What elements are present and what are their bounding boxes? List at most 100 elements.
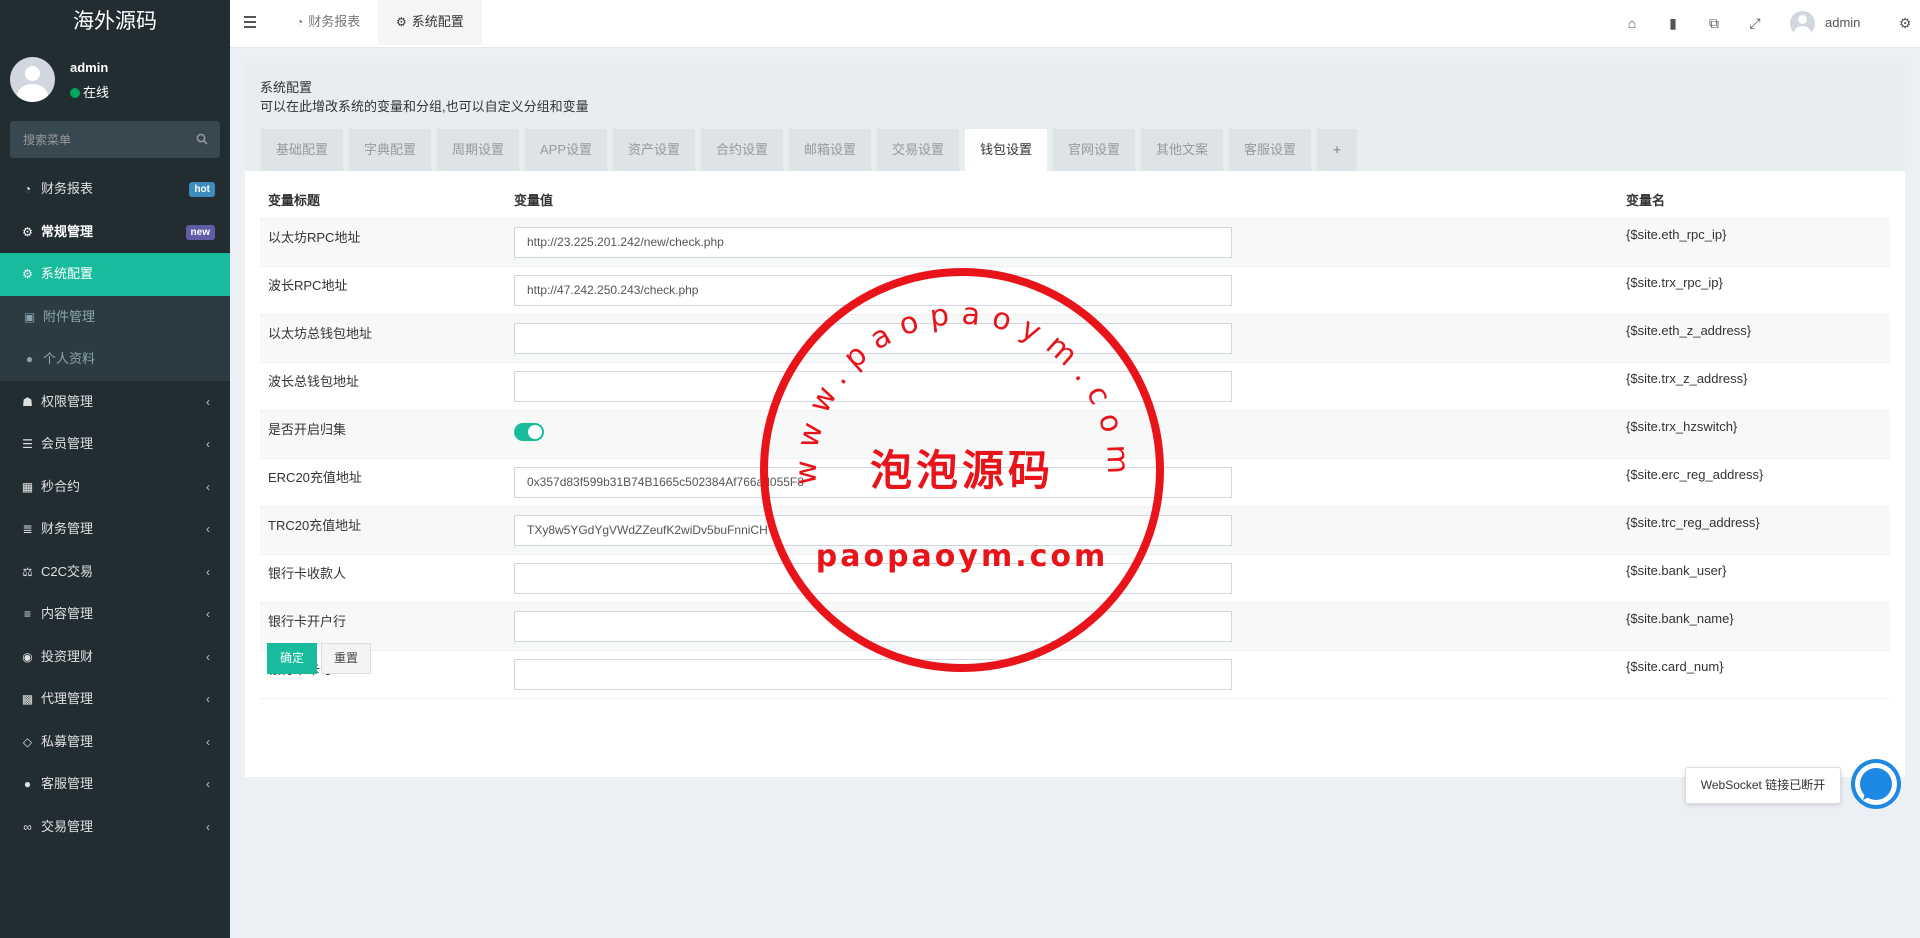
trc20-address-input[interactable]	[514, 514, 1232, 546]
table-row: 以太坊RPC地址 {$site.eth_rpc_ip}	[260, 217, 1890, 266]
compass-icon: ◉	[22, 649, 33, 664]
sidebar-item-profile[interactable]: ● 个人资料	[0, 338, 230, 381]
avatar	[10, 57, 55, 102]
config-table: 变量标题 变量值 变量名 以太坊RPC地址 {$site.eth_rpc_ip}…	[260, 182, 1890, 699]
table-row: TRC20充值地址 {$site.trc_reg_address}	[260, 505, 1890, 554]
sidebar-item-general[interactable]: ⚙ 常规管理 new	[0, 211, 230, 254]
sidebar-item-system-config[interactable]: ⚙ 系统配置	[0, 253, 230, 296]
tab-app[interactable]: APP设置	[525, 129, 608, 171]
row-var-name: {$site.trx_hzswitch}	[1618, 409, 1890, 458]
sidebar-item-permissions[interactable]: ☗ 权限管理 ‹	[0, 381, 230, 424]
eth-rpc-input[interactable]	[514, 226, 1232, 258]
bank-name-input[interactable]	[514, 610, 1232, 642]
sidebar-item-content[interactable]: ≡ 内容管理 ‹	[0, 593, 230, 636]
sidebar-item-label: 内容管理	[41, 606, 94, 621]
search-icon[interactable]	[196, 133, 208, 145]
chevron-left-icon: ‹	[206, 394, 210, 409]
row-var-name: {$site.eth_rpc_ip}	[1618, 217, 1890, 266]
card-number-input[interactable]	[514, 658, 1232, 690]
trash-icon[interactable]: ▮	[1663, 13, 1683, 33]
balance-scale-icon: ⚖	[22, 564, 33, 579]
erc20-address-input[interactable]	[514, 466, 1232, 498]
chevron-left-icon: ‹	[206, 607, 210, 621]
bank-user-input[interactable]	[514, 562, 1232, 594]
sidebar-item-agents[interactable]: ▩ 代理管理 ‹	[0, 678, 230, 721]
table-row: 银行卡开户行 {$site.bank_name}	[260, 601, 1890, 650]
tab-period[interactable]: 周期设置	[437, 129, 520, 171]
row-title: 波长总钱包地址	[260, 361, 506, 410]
comment-icon: ●	[23, 777, 32, 791]
sidebar-item-label: C2C交易	[41, 563, 94, 579]
value-cell	[506, 409, 1618, 458]
sidebar-item-investment[interactable]: ◉ 投资理财 ‹	[0, 636, 230, 679]
tab-website[interactable]: 官网设置	[1053, 129, 1136, 171]
value-cell	[506, 361, 1618, 410]
app-logo[interactable]: 海外源码	[0, 0, 230, 44]
home-icon[interactable]: ⌂	[1622, 13, 1642, 33]
cogs-icon: ⚙	[22, 224, 33, 239]
tab-system-config[interactable]: ⚙ 系统配置	[378, 0, 482, 45]
tab-other-copy[interactable]: 其他文案	[1141, 129, 1224, 171]
row-var-name: {$site.bank_user}	[1618, 553, 1890, 602]
group-icon: ☗	[22, 394, 33, 409]
row-title: TRC20充值地址	[260, 505, 506, 554]
sidebar-item-label: 个人资料	[43, 351, 96, 366]
chevron-left-icon: ‹	[206, 692, 210, 706]
add-tab-button[interactable]: +	[1317, 129, 1357, 171]
tab-wallet[interactable]: 钱包设置	[965, 129, 1048, 171]
chevron-left-icon: ‹	[206, 479, 210, 494]
menu-toggle-icon[interactable]	[244, 13, 258, 33]
sidebar-item-label: 私募管理	[41, 733, 94, 749]
chat-bubble-button[interactable]	[1851, 759, 1901, 809]
translate-icon[interactable]: ⧉	[1704, 13, 1724, 33]
column-header-title: 变量标题	[268, 193, 321, 209]
trx-wallet-input[interactable]	[514, 370, 1232, 402]
list-icon: ☰	[22, 437, 33, 451]
tab-basic[interactable]: 基础配置	[261, 129, 344, 171]
chevron-left-icon: ‹	[206, 777, 210, 791]
row-title: 以太坊总钱包地址	[260, 313, 506, 362]
chevron-left-icon: ‹	[206, 734, 210, 749]
sidebar-item-attachments[interactable]: ▣ 附件管理	[0, 295, 230, 338]
sidebar-item-c2c[interactable]: ⚖ C2C交易 ‹	[0, 551, 230, 594]
collect-switch[interactable]	[514, 422, 544, 441]
menu-search-input[interactable]	[10, 121, 185, 158]
user-icon: ●	[25, 352, 34, 366]
sidebar-item-label: 财务报表	[41, 181, 94, 196]
eth-wallet-input[interactable]	[514, 322, 1232, 354]
tab-support[interactable]: 客服设置	[1229, 129, 1312, 171]
sidebar-item-label: 秒合约	[41, 478, 81, 494]
reset-button[interactable]: 重置	[321, 643, 371, 674]
online-dot-icon	[70, 88, 80, 98]
tab-assets[interactable]: 资产设置	[613, 129, 696, 171]
sidebar-item-finance[interactable]: ≣ 财务管理 ‹	[0, 508, 230, 551]
sidebar-item-label: 常规管理	[41, 223, 94, 239]
chevron-left-icon: ‹	[206, 564, 210, 579]
dashboard-icon: ◔	[23, 182, 32, 196]
value-cell	[506, 313, 1618, 362]
fullscreen-icon[interactable]: ⤢	[1745, 13, 1765, 33]
sidebar-item-second-contract[interactable]: ▦ 秒合约 ‹	[0, 466, 230, 509]
file-image-icon: ▣	[23, 309, 36, 324]
trx-rpc-input[interactable]	[514, 274, 1232, 306]
sidebar-item-trading[interactable]: ∞ 交易管理 ‹	[0, 806, 230, 849]
new-badge: new	[185, 224, 215, 240]
table-header-row: 变量标题 变量值 变量名	[260, 182, 1890, 218]
tab-email[interactable]: 邮箱设置	[789, 129, 872, 171]
chevron-left-icon: ‹	[206, 522, 210, 536]
row-var-name: {$site.trx_z_address}	[1618, 361, 1890, 410]
tab-finance-report[interactable]: ◔ 财务报表	[278, 0, 378, 45]
tab-trade[interactable]: 交易设置	[877, 129, 960, 171]
menu-search	[10, 121, 220, 158]
tab-contract[interactable]: 合约设置	[701, 129, 784, 171]
sidebar-item-private-equity[interactable]: ◇ 私募管理 ‹	[0, 721, 230, 764]
sidebar-item-customer-service[interactable]: ● 客服管理 ‹	[0, 763, 230, 806]
cogs-icon[interactable]: ⚙	[1895, 13, 1915, 33]
sidebar-item-finance-report[interactable]: ◔ 财务报表 hot	[0, 168, 230, 211]
confirm-button[interactable]: 确定	[267, 643, 317, 674]
sidebar-item-members[interactable]: ☰ 会员管理 ‹	[0, 423, 230, 466]
tab-dictionary[interactable]: 字典配置	[349, 129, 432, 171]
sidebar-user-name: admin	[70, 60, 109, 75]
row-var-name: {$site.trc_reg_address}	[1618, 505, 1890, 554]
page-description: 可以在此增改系统的变量和分组,也可以自定义分组和变量	[260, 99, 589, 114]
